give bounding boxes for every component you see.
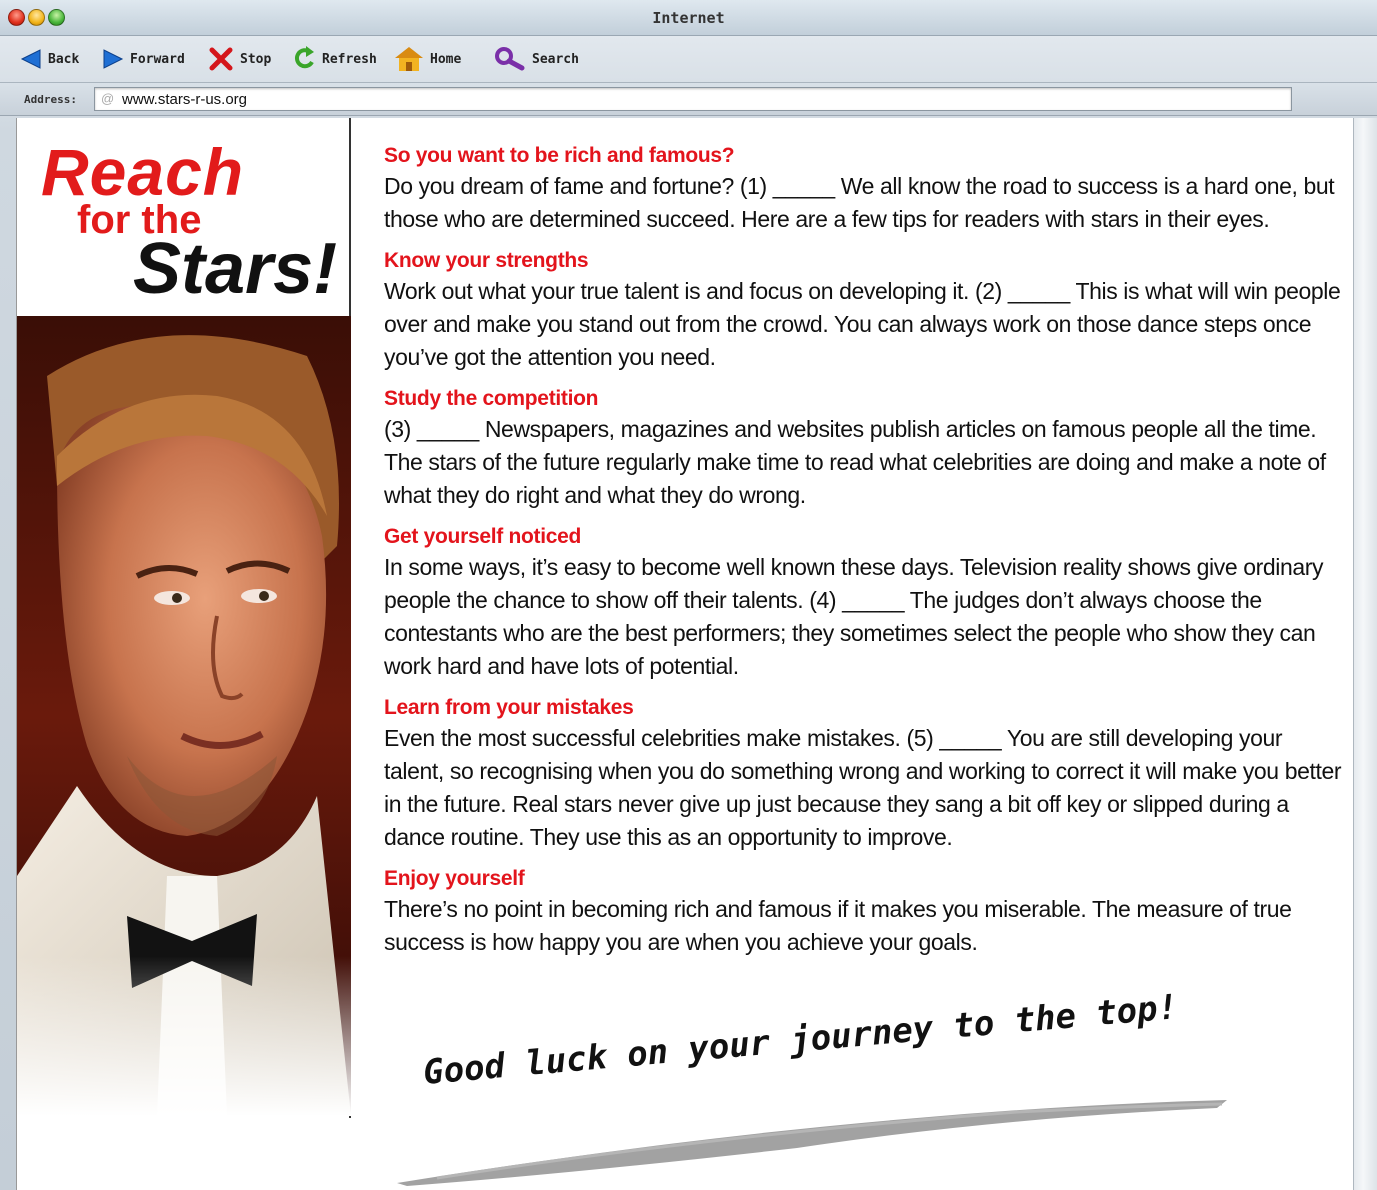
section-heading: Study the competition [384, 387, 599, 410]
vertical-scrollbar[interactable] [1353, 118, 1377, 1190]
article: So you want to be rich and famous? Do yo… [384, 142, 1344, 970]
section-heading: So you want to be rich and famous? [384, 144, 735, 167]
search-button[interactable]: Search [494, 42, 579, 76]
section-body: (3) _____ Newspapers, magazines and webs… [384, 416, 1326, 508]
refresh-button[interactable]: Refresh [294, 42, 377, 76]
section-heading: Learn from your mistakes [384, 696, 634, 719]
section-heading: Get yourself noticed [384, 525, 582, 548]
title-bar: Internet [0, 0, 1377, 36]
web-page: Reach for the Stars! So you want to be r… [16, 118, 1353, 1190]
stop-label: Stop [240, 51, 272, 67]
celebrity-photo [17, 316, 351, 1116]
back-label: Back [48, 51, 80, 67]
back-button[interactable]: Back [20, 42, 79, 76]
home-icon [395, 47, 423, 71]
section-body: Work out what your true talent is and fo… [384, 278, 1341, 370]
address-url: www.stars-r-us.org [122, 91, 248, 108]
article-section: So you want to be rich and famous? Do yo… [384, 142, 1344, 236]
section-heading: Know your strengths [384, 249, 589, 272]
browser-toolbar: Back Forward Stop Refresh Home Search [0, 38, 1377, 82]
search-icon [495, 47, 525, 71]
window-title: Internet [652, 9, 725, 27]
section-body: There’s no point in becoming rich and fa… [384, 896, 1292, 955]
article-section: Get yourself noticed In some ways, it’s … [384, 523, 1344, 683]
address-label: Address: [24, 93, 77, 106]
section-body: Even the most successful celebrities mak… [384, 725, 1342, 850]
refresh-icon [294, 46, 314, 69]
article-section: Know your strengths Work out what your t… [384, 247, 1344, 374]
article-section: Learn from your mistakes Even the most s… [384, 694, 1344, 854]
address-bar: Address: @ www.stars-r-us.org [0, 82, 1377, 116]
address-input[interactable]: @ www.stars-r-us.org [94, 87, 1292, 111]
brush-stroke-decoration [397, 1100, 1227, 1186]
section-body: In some ways, it’s easy to become well k… [384, 554, 1324, 679]
portrait-illustration [17, 316, 351, 1116]
home-label: Home [430, 51, 462, 67]
home-button[interactable]: Home [394, 42, 461, 76]
browser-window: Internet Back Forward Stop Refresh Home … [0, 0, 1377, 1190]
site-logo: Reach for the Stars! [17, 118, 351, 316]
section-heading: Enjoy yourself [384, 867, 525, 890]
forward-arrow-icon [103, 49, 124, 69]
article-section: Study the competition (3) _____ Newspape… [384, 385, 1344, 512]
forward-button[interactable]: Forward [102, 42, 185, 76]
back-arrow-icon [20, 49, 41, 69]
logo-line-stars: Stars! [133, 229, 338, 309]
search-label: Search [532, 51, 579, 67]
stop-x-icon [209, 47, 233, 71]
stop-button[interactable]: Stop [208, 42, 271, 76]
at-sign-icon: @ [101, 91, 115, 106]
refresh-label: Refresh [322, 51, 377, 67]
article-section: Enjoy yourself There’s no point in becom… [384, 865, 1344, 959]
section-body: Do you dream of fame and fortune? (1) __… [384, 173, 1335, 232]
sidebar: Reach for the Stars! [17, 118, 351, 1118]
forward-label: Forward [130, 51, 185, 67]
